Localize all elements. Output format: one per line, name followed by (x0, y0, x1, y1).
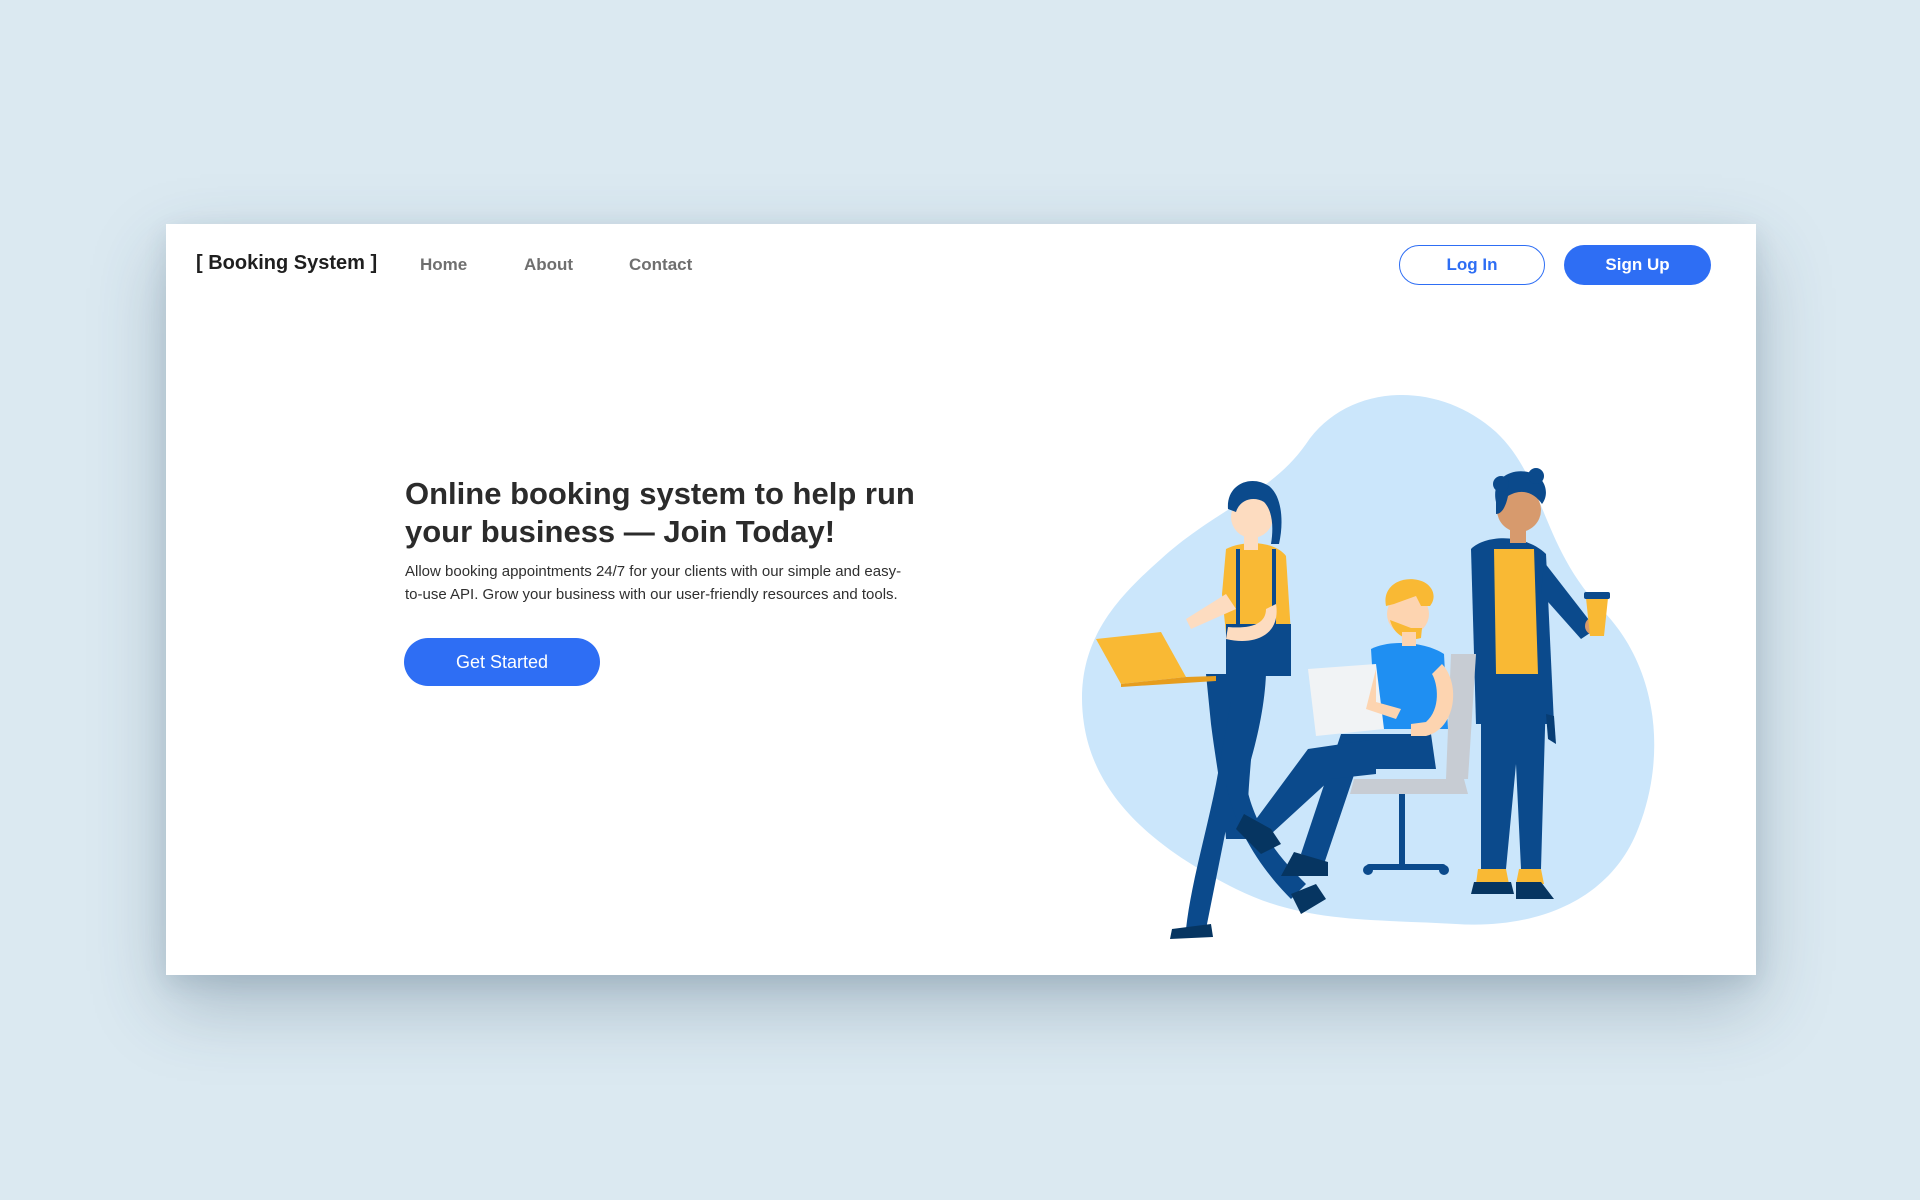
hero-title-line: Online booking system to help run (405, 476, 915, 511)
standing-man-shirt (1494, 549, 1538, 674)
log-in-button[interactable]: Log In (1399, 245, 1545, 285)
hero-description-line: to-use API. Grow your business with our … (405, 586, 898, 603)
nav-link-contact[interactable]: Contact (629, 255, 692, 275)
top-navigation-bar: [ Booking System ] Home About Contact Lo… (166, 224, 1756, 306)
office-chair (1350, 779, 1468, 794)
hero-description-line: Allow booking appointments 24/7 for your… (405, 563, 902, 580)
nav-link-about[interactable]: About (524, 255, 573, 275)
woman-shirt (1222, 543, 1291, 634)
hero-title-line: your business — Join Today! (405, 514, 836, 549)
landing-page-window: [ Booking System ] Home About Contact Lo… (166, 224, 1756, 975)
site-logo[interactable]: [ Booking System ] (196, 252, 377, 275)
nav-link-home[interactable]: Home (420, 255, 467, 275)
get-started-button[interactable]: Get Started (404, 638, 600, 686)
sign-up-button[interactable]: Sign Up (1564, 245, 1711, 285)
team-illustration (1081, 394, 1655, 939)
hero-description: Allow booking appointments 24/7 for your… (405, 560, 965, 606)
hero-title: Online booking system to help run your b… (405, 475, 985, 551)
